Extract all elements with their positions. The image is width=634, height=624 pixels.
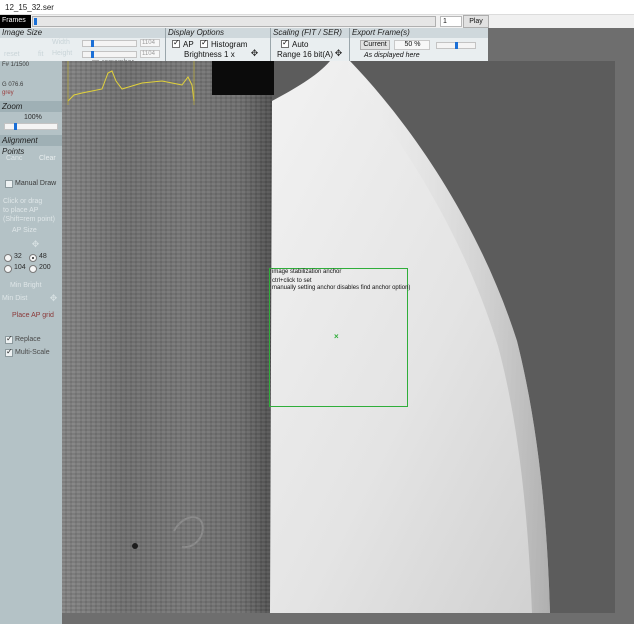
height-value-box[interactable]: 1104: [140, 50, 160, 58]
auto-scale-label: Auto: [292, 40, 309, 49]
height-label: Height: [52, 50, 73, 57]
multi-scale-label: Multi-Scale: [15, 349, 50, 356]
cross-arrows-icon[interactable]: ✥: [30, 239, 41, 250]
left-control-panel: F# 1/1500 G 076.6 grey Zoom 100% Alignme…: [0, 61, 62, 624]
grey-value-info: G 076.6: [2, 82, 24, 88]
frames-label: Frames: [0, 15, 31, 28]
width-label: Width: [52, 39, 70, 46]
replace-checkbox[interactable]: [5, 334, 13, 344]
window-title-bar: 12_15_32.ser: [0, 0, 634, 15]
min-bright-label: Min Bright: [10, 282, 42, 289]
export-scale-slider[interactable]: [436, 42, 476, 49]
play-button[interactable]: Play: [463, 15, 489, 28]
surface-swirl-feature: [173, 516, 204, 549]
ap-size-radio-200[interactable]: [29, 265, 37, 273]
scaling-panel: Auto Range 16 bit(A) ✥: [271, 38, 349, 61]
width-slider-thumb[interactable]: [91, 40, 94, 47]
anchor-instruction: ctrl+click to set: [272, 278, 312, 284]
ap-size-option: 104: [14, 264, 26, 271]
auto-scale-checkbox[interactable]: [281, 38, 289, 48]
display-options-header: Display Options: [166, 28, 270, 38]
min-dist-label: Min Dist: [2, 295, 28, 302]
fit-size-label[interactable]: fit: [38, 51, 43, 58]
ap-size-option: 200: [39, 264, 51, 271]
export-panel: Current 50 % As displayed here: [350, 38, 488, 61]
ap-size-radio-104[interactable]: [4, 265, 12, 273]
anchor-marker-icon[interactable]: ×: [334, 332, 339, 341]
image-viewer[interactable]: image stabilization anchor ctrl+click to…: [62, 61, 615, 613]
width-value-box[interactable]: 1104: [140, 39, 160, 47]
color-mode-info: grey: [2, 90, 14, 96]
cross-arrows-icon[interactable]: ✥: [249, 48, 260, 59]
cross-arrows-icon[interactable]: ✥: [333, 48, 344, 59]
ap-size-radio-48[interactable]: [29, 254, 37, 262]
zoom-slider-thumb[interactable]: [14, 123, 17, 130]
histogram-checkbox[interactable]: [200, 38, 208, 48]
zoom-value: 100%: [24, 114, 42, 121]
place-ap-grid-button[interactable]: Place AP grid: [12, 312, 54, 319]
range-label: Range 16 bit(A): [277, 50, 334, 59]
histogram-label: Histogram: [211, 40, 248, 49]
ap-size-radio-32[interactable]: [4, 254, 12, 262]
frames-bar: Frames 1 Play: [0, 15, 634, 28]
sunspot: [132, 543, 138, 549]
export-current-button[interactable]: Current: [360, 40, 390, 50]
ap-hint-line: to place AP: [3, 207, 39, 214]
cancel-ap-button[interactable]: Canc: [6, 155, 22, 162]
manual-draw-checkbox[interactable]: [5, 180, 13, 188]
ap-size-label: AP Size: [12, 227, 37, 234]
reset-size-label[interactable]: reset: [4, 51, 20, 58]
multi-scale-checkbox[interactable]: [5, 347, 13, 357]
replace-label: Replace: [15, 336, 41, 343]
alignment-points-header: Alignment Points: [0, 135, 62, 156]
options-toolbar: Image Size Width 1104 Height 1104 reset …: [0, 28, 488, 67]
clear-ap-button[interactable]: Clear: [39, 155, 56, 162]
manual-draw-label: Manual Draw: [15, 180, 57, 187]
ap-size-option: 48: [39, 253, 47, 260]
frame-number-input[interactable]: 1: [440, 16, 462, 27]
height-slider[interactable]: [82, 51, 137, 58]
display-options-panel: AP Histogram Brightness 1 x ✥: [166, 38, 270, 61]
image-size-header: Image Size: [0, 28, 165, 38]
export-header: Export Frame(s): [350, 28, 488, 38]
cross-arrows-icon[interactable]: ✥: [48, 293, 59, 304]
export-scale-slider-thumb[interactable]: [455, 42, 458, 49]
histogram-curve: [67, 70, 195, 102]
scaling-header: Scaling (FIT / SER): [271, 28, 349, 38]
frame-info: F# 1/1500: [2, 62, 30, 68]
export-percent-box[interactable]: 50 %: [394, 40, 430, 50]
width-slider[interactable]: [82, 40, 137, 47]
ap-hint-line: (Shift=rem point): [3, 216, 55, 223]
ap-hint-line: Click or drag: [3, 198, 43, 205]
height-slider-thumb[interactable]: [91, 51, 94, 58]
brightness-label: Brightness 1 x: [184, 50, 235, 59]
zoom-slider[interactable]: [4, 123, 58, 130]
anchor-title: image stabilization anchor: [272, 269, 342, 275]
image-size-panel: Width 1104 Height 1104 reset fit remembe…: [0, 38, 165, 67]
zoom-header: Zoom: [0, 101, 62, 112]
export-display-note: As displayed here: [364, 52, 420, 59]
ap-size-option: 32: [14, 253, 22, 260]
ap-label: AP: [183, 40, 194, 49]
anchor-note: manually setting anchor disables find an…: [272, 285, 411, 291]
frames-slider-thumb[interactable]: [34, 18, 37, 25]
window-title: 12_15_32.ser: [5, 3, 54, 12]
frames-slider[interactable]: [32, 16, 436, 27]
ap-checkbox[interactable]: [172, 38, 180, 48]
